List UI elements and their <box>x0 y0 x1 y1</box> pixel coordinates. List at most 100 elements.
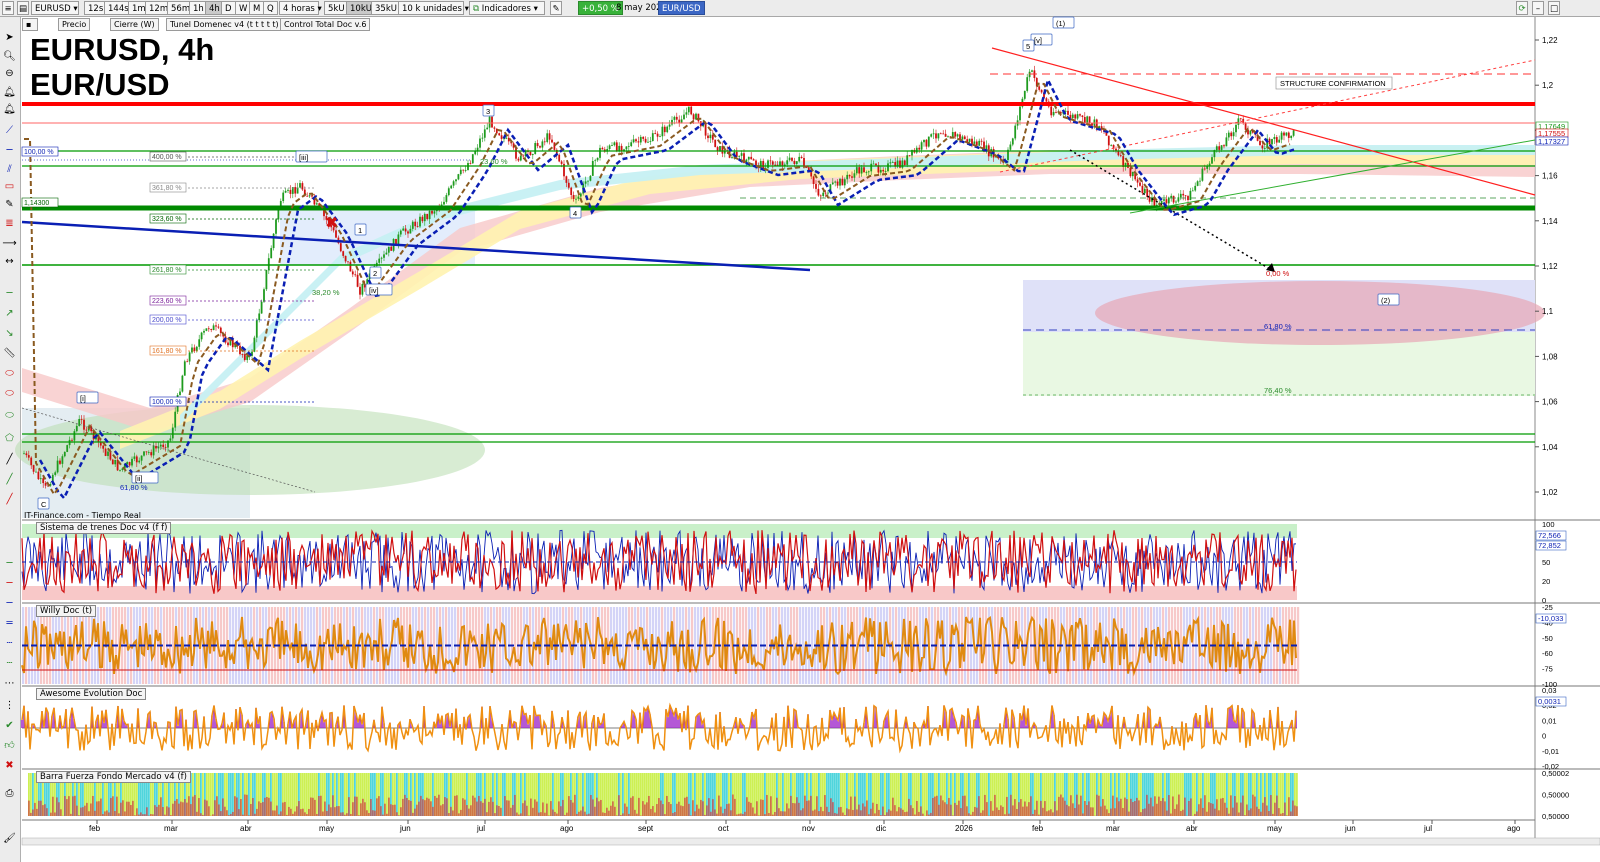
barra-force-bar <box>534 799 536 816</box>
barra-force-bar <box>676 803 678 816</box>
barra-bar <box>316 773 318 816</box>
barra-bar <box>368 773 370 816</box>
barra-force-bar <box>92 795 94 816</box>
chart-canvas[interactable]: ✖100,00 %400,00 %361,80 %1,14300323,60 %… <box>0 0 1600 862</box>
barra-bar <box>294 773 296 816</box>
barra-force-bar <box>868 814 870 816</box>
barra-force-bar <box>576 813 578 816</box>
barra-force-bar <box>1110 808 1112 816</box>
candle-body <box>935 133 937 139</box>
candle-body <box>455 179 457 182</box>
candle-body <box>932 133 935 135</box>
candle-body <box>272 233 275 249</box>
barra-force-bar <box>904 812 906 816</box>
willy-bar <box>811 607 814 684</box>
panel-title-barra[interactable]: Barra Fuerza Fondo Mercado v4 (f) <box>36 771 191 783</box>
barra-bar <box>800 773 802 816</box>
candle-body <box>347 261 349 263</box>
barra-force-bar <box>530 798 532 816</box>
barra-force-bar <box>892 797 894 816</box>
barra-bar <box>230 773 232 816</box>
barra-force-bar <box>1058 796 1060 816</box>
price-tick-label: 1,22 <box>1542 36 1558 45</box>
price-tick-label: 1,2 <box>1542 81 1554 90</box>
candle-body <box>217 326 220 328</box>
barra-force-bar <box>762 799 764 816</box>
barra-force-bar <box>388 797 390 816</box>
barra-force-bar <box>1082 813 1084 816</box>
time-tick-label: ago <box>1507 824 1521 833</box>
barra-bar <box>564 773 566 816</box>
candle-body <box>128 462 131 466</box>
panel-title-awesome[interactable]: Awesome Evolution Doc <box>36 688 147 700</box>
candle-body <box>445 195 448 202</box>
time-tick-label: feb <box>89 824 101 833</box>
barra-force-bar <box>1154 796 1156 816</box>
barra-force-bar <box>242 814 244 816</box>
barra-force-bar <box>816 796 818 816</box>
candle-body <box>488 116 491 128</box>
panel-title-trenes[interactable]: Sistema de trenes Doc v4 (f f) <box>36 522 172 534</box>
barra-force-bar <box>552 809 554 816</box>
barra-force-bar <box>1190 798 1192 816</box>
barra-force-bar <box>1194 813 1196 816</box>
candle-body <box>315 203 318 205</box>
barra-bar <box>930 773 932 816</box>
candle-body <box>138 460 141 463</box>
barra-force-bar <box>512 804 514 816</box>
barra-force-bar <box>256 808 258 816</box>
barra-force-bar <box>772 814 774 816</box>
candle-body <box>978 140 981 146</box>
barra-force-bar <box>536 801 538 816</box>
barra-force-bar <box>316 813 318 816</box>
barra-force-bar <box>992 810 994 816</box>
candle-body <box>409 228 412 234</box>
barra-force-bar <box>694 811 696 816</box>
willy-bar <box>1180 607 1183 684</box>
barra-force-bar <box>1120 798 1122 816</box>
candle-body <box>1244 122 1247 130</box>
candle-body <box>863 167 865 173</box>
barra-force-bar <box>970 814 972 816</box>
barra-force-bar <box>682 806 684 816</box>
barra-force-bar <box>102 814 104 816</box>
candle-body <box>1223 145 1225 147</box>
barra-force-bar <box>160 797 162 816</box>
barra-force-bar <box>940 795 942 816</box>
panel-tick-label: 0,01 <box>1542 716 1557 725</box>
barra-force-bar <box>902 809 904 816</box>
candle-body <box>623 149 625 151</box>
level-label: 100,00 % <box>24 149 54 156</box>
barra-force-bar <box>636 813 638 816</box>
time-tick-label: ago <box>560 824 574 833</box>
barra-force-bar <box>142 814 144 816</box>
barra-force-bar <box>890 810 892 816</box>
barra-force-bar <box>1262 802 1264 816</box>
candle-body <box>1079 114 1081 116</box>
level-label: 200,00 % <box>152 317 182 324</box>
barra-bar <box>874 773 876 816</box>
candle-body <box>378 258 381 263</box>
panel-tick-label: -0,01 <box>1542 747 1559 756</box>
barra-force-bar <box>660 800 662 816</box>
barra-bar <box>884 773 886 816</box>
barra-force-bar <box>1090 807 1092 816</box>
willy-bar <box>163 607 166 684</box>
barra-force-bar <box>76 805 78 816</box>
barra-force-bar <box>496 805 498 816</box>
candle-body <box>289 189 292 194</box>
candle-body <box>1076 114 1079 119</box>
barra-force-bar <box>1116 797 1118 816</box>
barra-force-bar <box>1160 800 1162 816</box>
barra-force-bar <box>550 801 552 816</box>
barra-force-bar <box>1152 806 1154 816</box>
barra-force-bar <box>486 812 488 816</box>
candle-body <box>843 179 846 186</box>
barra-force-bar <box>386 813 388 816</box>
barra-bar <box>742 773 744 816</box>
barra-force-bar <box>768 812 770 816</box>
barra-force-bar <box>750 802 752 816</box>
panel-title-willy[interactable]: Willy Doc (t) <box>36 605 97 617</box>
time-tick-label: may <box>319 824 334 833</box>
barra-force-bar <box>1056 810 1058 816</box>
